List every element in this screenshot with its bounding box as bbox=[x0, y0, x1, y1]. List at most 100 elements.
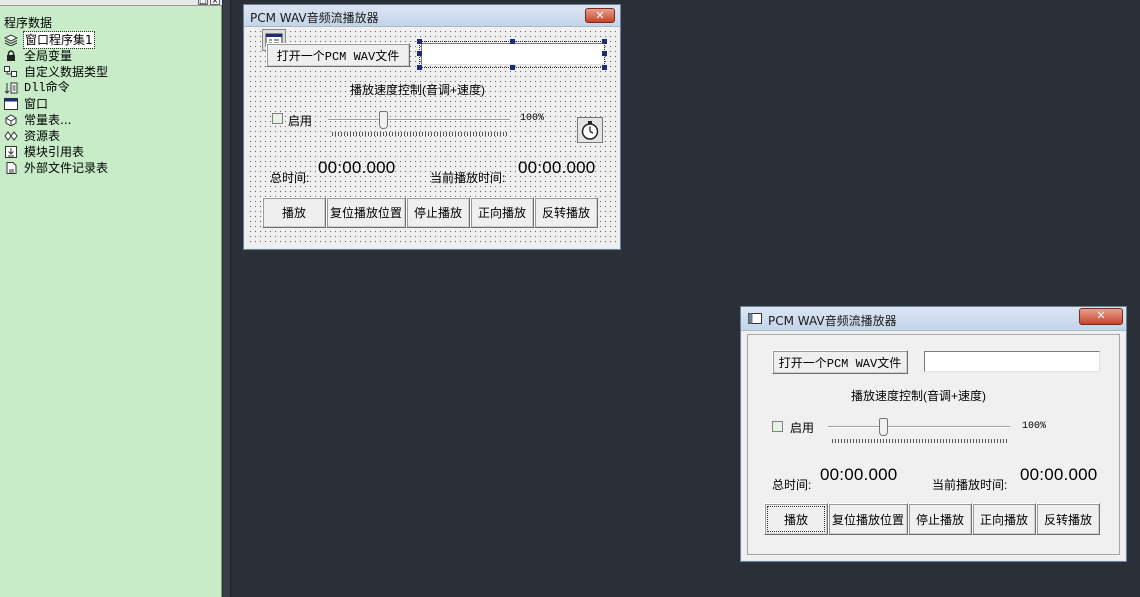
tree-item-label: 外部文件记录表 bbox=[24, 161, 109, 175]
open-file-button-label: 打开一个PCM WAV文件 bbox=[778, 356, 902, 371]
selection-handle[interactable] bbox=[417, 65, 422, 70]
selection-handle[interactable] bbox=[602, 39, 607, 44]
tree-item-label: 资源表 bbox=[24, 129, 61, 143]
close-button[interactable]: ✕ bbox=[1079, 308, 1123, 325]
panel-splitter[interactable] bbox=[223, 0, 231, 597]
selection-handle[interactable] bbox=[417, 39, 422, 44]
enable-label: 启用 bbox=[790, 421, 815, 435]
forward-play-button-label: 正向播放 bbox=[979, 512, 1028, 527]
close-button[interactable]: ✕ bbox=[585, 8, 615, 23]
speed-slider-thumb[interactable] bbox=[379, 111, 388, 129]
play-button-label: 播放 bbox=[783, 512, 808, 527]
file-path-field[interactable] bbox=[924, 351, 1100, 372]
stop-button[interactable]: 停止播放 bbox=[406, 197, 470, 228]
forward-play-button[interactable]: 正向播放 bbox=[470, 197, 534, 228]
reverse-play-button[interactable]: 反转播放 bbox=[534, 197, 598, 228]
window-icon bbox=[4, 98, 18, 110]
layers-icon bbox=[4, 34, 18, 46]
tree-item-module-refs[interactable]: 模块引用表 bbox=[4, 144, 108, 160]
tree-item-label: Dll命令 bbox=[24, 81, 70, 95]
designer-canvas[interactable]: 打开一个PCM WAV文件 播放速度控制(音调+速度) 启用 100% 总时间:… bbox=[248, 29, 616, 245]
selection-handle[interactable] bbox=[602, 65, 607, 70]
stop-button-label: 停止播放 bbox=[915, 512, 964, 527]
tree-item-dll-commands[interactable]: Dll命令 bbox=[4, 80, 108, 96]
tree-item-label: 常量表... bbox=[24, 113, 72, 127]
stop-button-label: 停止播放 bbox=[413, 206, 462, 220]
selection-handle[interactable] bbox=[510, 65, 515, 70]
panel-restore-button[interactable]: □ bbox=[198, 0, 208, 5]
tree-item-window-program-set[interactable]: 窗口程序集1 bbox=[4, 31, 108, 49]
open-file-button-label: 打开一个PCM WAV文件 bbox=[276, 49, 400, 64]
play-button-label: 播放 bbox=[281, 206, 306, 220]
constants-icon bbox=[4, 114, 18, 126]
speed-percent: 100% bbox=[520, 113, 545, 124]
tree-item-global-vars[interactable]: 全局变量 bbox=[4, 48, 108, 64]
current-time-value: 00:00.000 bbox=[1020, 465, 1098, 484]
designer-window[interactable]: PCM WAV音频流播放器 ✕ 打开一个PCM WAV文件 播放速度控制(音调+… bbox=[243, 4, 621, 250]
reverse-play-button[interactable]: 反转播放 bbox=[1036, 503, 1100, 535]
app-icon bbox=[748, 313, 762, 324]
reverse-play-button-label: 反转播放 bbox=[541, 206, 590, 220]
play-button[interactable]: 播放 bbox=[764, 503, 828, 535]
runtime-titlebar[interactable]: PCM WAV音频流播放器 ✕ bbox=[741, 307, 1126, 331]
total-time-label: 总时间: bbox=[270, 171, 310, 185]
tree-item-window[interactable]: 窗口 bbox=[4, 96, 108, 112]
speed-slider-thumb[interactable] bbox=[879, 418, 888, 436]
open-file-button[interactable]: 打开一个PCM WAV文件 bbox=[772, 350, 908, 374]
tree-item-custom-types[interactable]: 自定义数据类型 bbox=[4, 64, 108, 80]
speed-percent: 100% bbox=[1022, 421, 1047, 432]
tree-item-resources[interactable]: 资源表 bbox=[4, 128, 108, 144]
reverse-play-button-label: 反转播放 bbox=[1043, 512, 1092, 527]
tree-root-label[interactable]: 程序数据 bbox=[4, 16, 52, 30]
reset-position-button[interactable]: 复位播放位置 bbox=[326, 197, 406, 228]
selection-handle[interactable] bbox=[602, 51, 607, 56]
runtime-client-area: 打开一个PCM WAV文件 播放速度控制(音调+速度) 启用 100% 总时间:… bbox=[747, 334, 1120, 555]
tree-item-label: 窗口 bbox=[24, 97, 49, 111]
tree-item-external-files[interactable]: 外部文件记录表 bbox=[4, 160, 108, 176]
speed-caption: 播放速度控制(音调+速度) bbox=[851, 389, 987, 403]
panel-close-button[interactable]: × bbox=[210, 0, 220, 5]
resource-icon bbox=[4, 130, 18, 142]
reset-position-button-label: 复位播放位置 bbox=[329, 206, 402, 220]
current-time-label: 当前播放时间: bbox=[932, 478, 1008, 492]
tree-item-label: 模块引用表 bbox=[24, 145, 85, 159]
dll-icon bbox=[4, 82, 18, 94]
selection-handle[interactable] bbox=[417, 51, 422, 56]
tree-item-label: 全局变量 bbox=[24, 49, 73, 63]
speed-slider-track[interactable] bbox=[328, 119, 510, 121]
runtime-window[interactable]: PCM WAV音频流播放器 ✕ 打开一个PCM WAV文件 播放速度控制(音调+… bbox=[740, 306, 1127, 562]
forward-play-button-label: 正向播放 bbox=[477, 206, 526, 220]
lock-icon bbox=[4, 50, 18, 62]
open-file-button[interactable]: 打开一个PCM WAV文件 bbox=[266, 43, 410, 67]
current-time-label: 当前播放时间: bbox=[430, 171, 506, 185]
selection-outline bbox=[419, 41, 605, 68]
designer-titlebar[interactable]: PCM WAV音频流播放器 ✕ bbox=[244, 5, 620, 27]
current-time-value: 00:00.000 bbox=[518, 158, 596, 177]
enable-checkbox[interactable] bbox=[272, 113, 283, 124]
selection-handle[interactable] bbox=[510, 39, 515, 44]
module-icon bbox=[4, 146, 18, 158]
timer-icon[interactable] bbox=[577, 117, 603, 143]
window-title: PCM WAV音频流播放器 bbox=[768, 314, 897, 328]
stop-button[interactable]: 停止播放 bbox=[908, 503, 972, 535]
data-type-icon bbox=[4, 66, 18, 78]
tree-item-constants[interactable]: 常量表... bbox=[4, 112, 108, 128]
project-tree-panel: □ × 程序数据 窗口程序集1 全局变量 自定义数据类型 Dll命令 窗口 常量… bbox=[0, 0, 222, 597]
speed-slider-track[interactable] bbox=[828, 426, 1010, 428]
speed-caption: 播放速度控制(音调+速度) bbox=[350, 83, 486, 97]
forward-play-button[interactable]: 正向播放 bbox=[972, 503, 1036, 535]
speed-slider-ticks bbox=[332, 132, 508, 136]
play-button[interactable]: 播放 bbox=[262, 197, 326, 228]
reset-position-button[interactable]: 复位播放位置 bbox=[828, 503, 908, 535]
enable-label: 启用 bbox=[288, 114, 313, 128]
tree-list: 窗口程序集1 全局变量 自定义数据类型 Dll命令 窗口 常量表... 资源表 … bbox=[4, 31, 108, 176]
speed-slider-ticks bbox=[832, 439, 1008, 443]
total-time-label: 总时间: bbox=[772, 478, 812, 492]
total-time-value: 00:00.000 bbox=[318, 158, 396, 177]
total-time-value: 00:00.000 bbox=[820, 465, 898, 484]
reset-position-button-label: 复位播放位置 bbox=[831, 512, 904, 527]
panel-top-strip: □ × bbox=[0, 0, 222, 6]
enable-checkbox[interactable] bbox=[772, 421, 783, 432]
file-icon bbox=[4, 162, 18, 174]
tree-item-label: 自定义数据类型 bbox=[24, 65, 109, 79]
